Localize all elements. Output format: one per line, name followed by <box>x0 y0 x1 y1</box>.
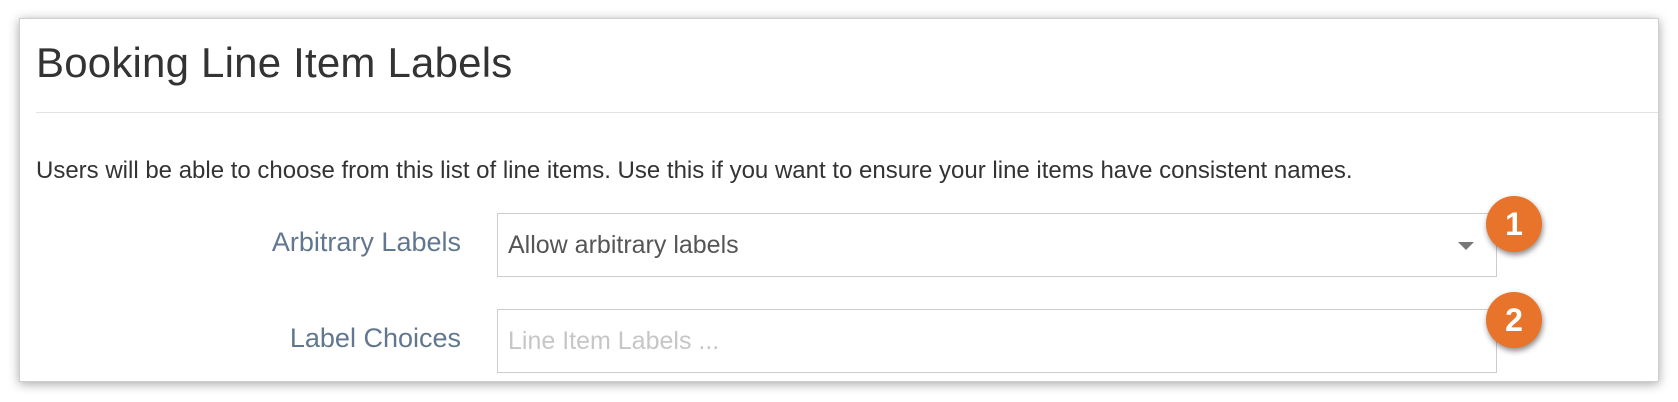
label-choices-label: Label Choices <box>289 323 461 353</box>
title-divider <box>36 112 1658 113</box>
arbitrary-labels-label: Arbitrary Labels <box>271 227 461 257</box>
label-choices-input[interactable] <box>498 310 1496 372</box>
arbitrary-labels-select[interactable]: Allow arbitrary labels <box>497 213 1497 277</box>
callout-badge-1: 1 <box>1486 196 1542 252</box>
section-description: Users will be able to choose from this l… <box>36 157 1353 184</box>
label-choices-field[interactable] <box>497 309 1497 373</box>
callout-badge-2: 2 <box>1486 292 1542 348</box>
chevron-down-icon <box>1458 242 1474 250</box>
booking-line-item-labels-panel: Booking Line Item Labels Users will be a… <box>19 18 1659 382</box>
arbitrary-labels-selected-value: Allow arbitrary labels <box>508 231 739 259</box>
section-title: Booking Line Item Labels <box>36 39 513 86</box>
